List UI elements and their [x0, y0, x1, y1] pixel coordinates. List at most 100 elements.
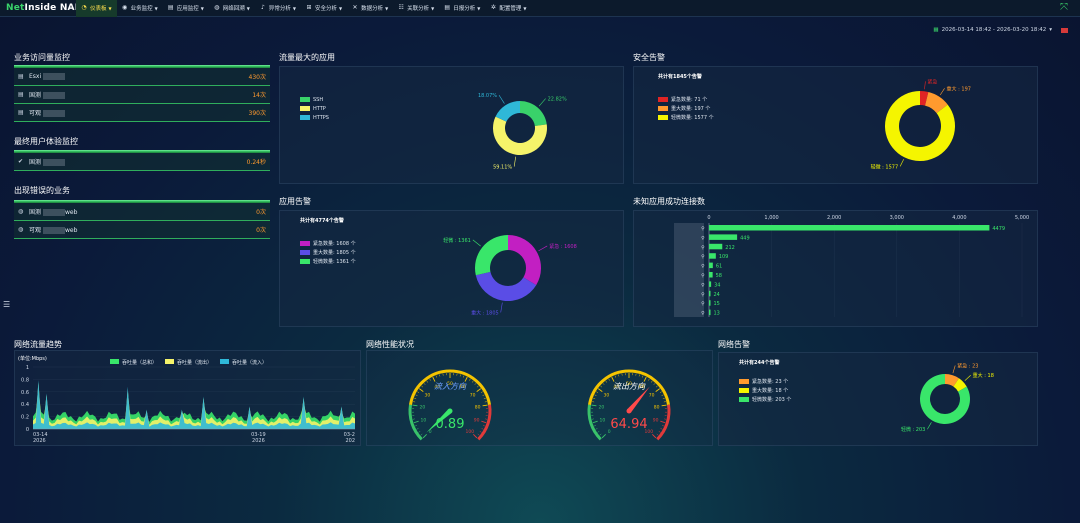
donut-label: 18.07%: [478, 93, 497, 99]
bar-value-label: 61: [716, 264, 722, 270]
list-item[interactable]: ✔ 国测 0.24秒: [14, 153, 270, 171]
list-item-value: 14次: [252, 92, 266, 99]
search-icon[interactable]: ⚲: [701, 292, 705, 298]
error-biz-title: 出现错误的业务: [14, 186, 70, 195]
bar[interactable]: [709, 225, 990, 231]
menu-item-4[interactable]: ♪ 异常分析 ▼: [255, 0, 301, 17]
bar-value-label: 13: [714, 311, 720, 317]
gauge-tick-label: 20: [419, 405, 425, 411]
menu-item-label: 配置管理: [499, 6, 522, 12]
menu-item-7[interactable]: ☷ 关联分析 ▼: [393, 0, 439, 17]
list-item-name: 可观: [29, 227, 42, 234]
bar[interactable]: [709, 262, 713, 269]
search-icon[interactable]: ⚲: [701, 254, 705, 260]
bar[interactable]: [709, 272, 713, 278]
menu-item-0[interactable]: ◔ 仪表板 ▼: [76, 0, 117, 17]
bell-icon: ♪: [260, 4, 265, 11]
label-line: [899, 159, 904, 167]
bar[interactable]: [709, 243, 723, 250]
list-item[interactable]: ◍ 可观 web 0次: [14, 221, 270, 239]
date-range-picker[interactable]: ▦ 2026-03-14 18:42 - 2026-03-20 18:42 ▾: [933, 27, 1068, 33]
gauge-tick-label: 100: [466, 429, 475, 435]
search-icon[interactable]: ⚲: [701, 245, 705, 251]
gauge-tick: [420, 433, 423, 436]
search-icon[interactable]: ⚲: [701, 301, 705, 307]
bar-value-label: 212: [725, 245, 735, 251]
menu-item-5[interactable]: ⊞ 安全分析 ▼: [301, 0, 347, 17]
list-item[interactable]: ▤ Esxi 430次: [14, 68, 270, 86]
app-logo[interactable]: NetInside NAPM: [0, 3, 90, 13]
redacted-text: [43, 73, 66, 80]
search-icon[interactable]: ⚲: [701, 226, 705, 232]
bar[interactable]: [709, 253, 716, 259]
search-icon[interactable]: ⚲: [701, 235, 705, 241]
label-line: [500, 302, 503, 313]
security-panel: 共计有1845个告警 紧急数量: 71 个重大数量: 197 个轻微数量: 15…: [633, 66, 1038, 184]
gauge-tick: [415, 425, 418, 427]
net-alarm-donut: 紧急 : 23 重大 : 18 轻微 : 203: [901, 363, 994, 434]
redacted-text: [43, 92, 66, 99]
fullscreen-icon[interactable]: ⤧: [1060, 2, 1068, 13]
donut-slice[interactable]: [508, 235, 541, 286]
donut-label: 重大 : 197: [947, 85, 971, 92]
bar-value-label: 24: [714, 292, 720, 298]
gauge-tick: [413, 420, 419, 424]
gauge-tick: [463, 375, 465, 378]
redacted-text: [43, 110, 66, 117]
gauge-tick: [601, 434, 606, 439]
bar[interactable]: [709, 290, 711, 297]
donut-slice[interactable]: [475, 235, 508, 276]
chevron-down-icon: ▼: [200, 5, 204, 11]
sidebar-toggle-icon[interactable]: ☰: [3, 300, 10, 309]
gauge-tick: [608, 378, 610, 381]
gauge-tick: [474, 383, 477, 385]
search-icon[interactable]: ⚲: [701, 273, 705, 279]
axis-tick-label: 2026: [252, 438, 265, 444]
gauge-tick: [600, 385, 603, 388]
top-apps-panel: SSH HTTP HTTPS 22.82% 59.11% 18.07%: [279, 66, 624, 184]
menu-item-2[interactable]: ▤ 应用监控 ▼: [163, 0, 209, 17]
menu-item-6[interactable]: ✕ 数据分析 ▼: [347, 0, 393, 17]
gauge-tick: [482, 425, 485, 427]
gauge-tick: [655, 388, 661, 392]
bar[interactable]: [709, 300, 711, 306]
label-line: [964, 375, 971, 381]
legend-swatch: [165, 359, 174, 364]
gauge-tick: [464, 376, 468, 382]
search-icon[interactable]: ⚲: [701, 264, 705, 270]
menu-item-9[interactable]: ✲ 配置管理 ▼: [485, 0, 531, 17]
list-item[interactable]: ◍ 国测 web 0次: [14, 203, 270, 221]
menu-item-1[interactable]: ◉ 业务监控 ▼: [117, 0, 163, 17]
list-item-value: 430次: [248, 74, 266, 81]
check-circle-icon: ✔: [18, 158, 24, 165]
chevron-down-icon: ▼: [154, 5, 158, 11]
gauge-tick: [595, 428, 598, 430]
bar[interactable]: [709, 309, 711, 316]
gauge-tick: [618, 374, 620, 377]
security-donut: 紧急重大 : 197 轻微 : 1577: [871, 78, 971, 170]
donut-slice[interactable]: [520, 101, 547, 126]
gauge-tick-label: 80: [654, 405, 660, 411]
bar[interactable]: [709, 234, 738, 240]
gauge-tick: [599, 433, 602, 436]
flag-icon[interactable]: [1061, 27, 1068, 33]
menu-item-3[interactable]: ◍ 网络回溯 ▼: [209, 0, 255, 17]
gauge-tick: [662, 397, 665, 400]
axis-tick-label: 0.2: [21, 415, 29, 421]
gauge-tick: [597, 431, 600, 433]
bar[interactable]: [709, 281, 712, 287]
bar-value-label: 449: [740, 235, 750, 241]
legend-swatch: [110, 359, 119, 364]
gauge-tick: [594, 394, 597, 396]
gauge-tick: [597, 388, 603, 392]
search-icon[interactable]: ⚲: [701, 311, 705, 317]
document-icon: ▤: [167, 4, 174, 11]
gauge-tick: [593, 397, 596, 400]
error-biz-list: ◍ 国测 web 0次 ◍ 可观 web 0次: [14, 200, 270, 239]
list-item[interactable]: ▤ 可观 390次: [14, 104, 270, 122]
gauge-tick: [594, 425, 597, 427]
menu-item-8[interactable]: ▤ 日报分析 ▼: [439, 0, 485, 17]
search-icon[interactable]: ⚲: [701, 282, 705, 288]
bar-value-label: 34: [714, 282, 720, 288]
list-item[interactable]: ▤ 国测 14次: [14, 86, 270, 104]
